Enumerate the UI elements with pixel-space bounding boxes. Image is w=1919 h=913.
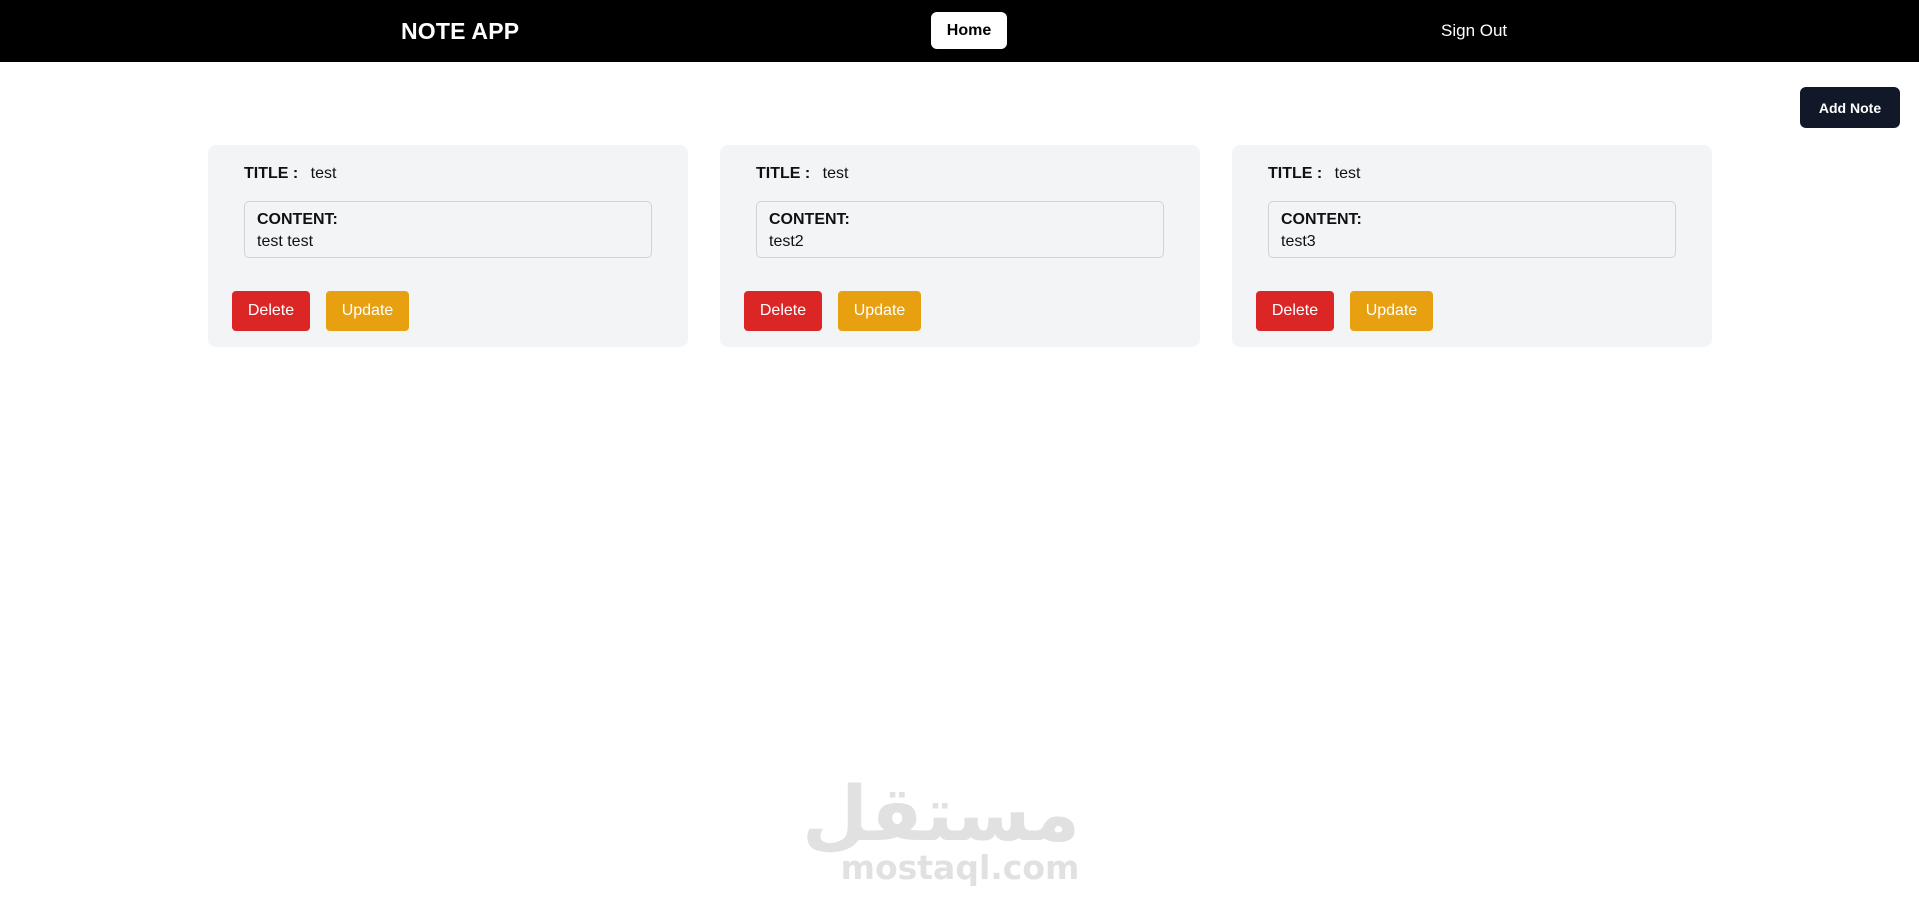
- note-title: test: [310, 165, 337, 182]
- home-button[interactable]: Home: [931, 12, 1007, 49]
- note-content: test3: [1281, 233, 1316, 250]
- add-note-button[interactable]: Add Note: [1800, 87, 1900, 128]
- note-content-label: CONTENT:: [257, 211, 338, 228]
- sign-out-link[interactable]: Sign Out: [1441, 21, 1507, 41]
- watermark-logo: مستقل: [802, 769, 1080, 858]
- update-button[interactable]: Update: [326, 291, 409, 331]
- note-title-row: TITLE : test: [756, 165, 848, 183]
- delete-button[interactable]: Delete: [744, 291, 822, 331]
- delete-button[interactable]: Delete: [1256, 291, 1334, 331]
- note-card: TITLE : test CONTENT: test test Delete U…: [208, 145, 688, 347]
- note-title-label: TITLE :: [244, 165, 299, 182]
- note-content-box: CONTENT: test2: [756, 201, 1164, 258]
- delete-button[interactable]: Delete: [232, 291, 310, 331]
- note-content-label: CONTENT:: [1281, 211, 1362, 228]
- note-title: test: [822, 165, 849, 182]
- note-title-label: TITLE :: [1268, 165, 1323, 182]
- note-content: test test: [257, 233, 314, 250]
- app-brand: NOTE APP: [401, 18, 520, 44]
- note-content-box: CONTENT: test test: [244, 201, 652, 258]
- navbar: NOTE APP Home Sign Out: [0, 0, 1919, 62]
- note-title-row: TITLE : test: [244, 165, 336, 183]
- watermark-text: mostaql.com: [840, 848, 1080, 887]
- note-content-label: CONTENT:: [769, 211, 850, 228]
- note-content-box: CONTENT: test3: [1268, 201, 1676, 258]
- note-card: TITLE : test CONTENT: test3 Delete Updat…: [1232, 145, 1712, 347]
- update-button[interactable]: Update: [838, 291, 921, 331]
- mostaql-watermark: مستقل mostaql.com: [802, 769, 1080, 887]
- update-button[interactable]: Update: [1350, 291, 1433, 331]
- note-content: test2: [769, 233, 804, 250]
- note-card: TITLE : test CONTENT: test2 Delete Updat…: [720, 145, 1200, 347]
- note-title-label: TITLE :: [756, 165, 811, 182]
- note-title: test: [1334, 165, 1361, 182]
- note-title-row: TITLE : test: [1268, 165, 1360, 183]
